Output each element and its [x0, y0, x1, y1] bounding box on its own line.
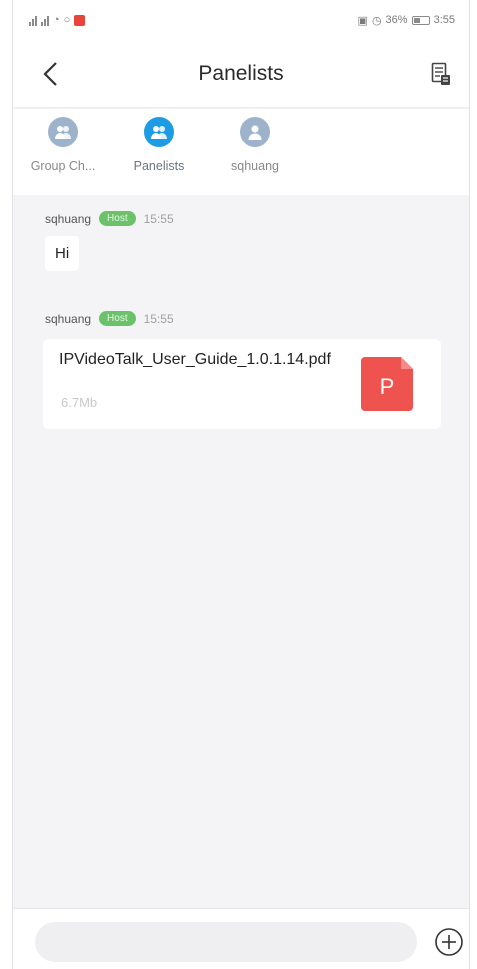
- nav-bar: Panelists: [13, 40, 469, 108]
- back-button[interactable]: [33, 56, 69, 92]
- message-time: 15:55: [143, 211, 174, 226]
- message-item: sqhuang Host 15:55 Hi: [45, 211, 174, 271]
- input-bar: [13, 908, 469, 969]
- plus-circle-icon: [435, 928, 463, 956]
- participant-list-button[interactable]: [425, 58, 457, 90]
- file-icon-letter: P: [380, 374, 395, 399]
- status-icons-left: ◔ ○: [29, 14, 86, 26]
- clock: 3:55: [433, 14, 455, 26]
- status-bar: ◔ ○ ▣ ◷ 36% 3:55: [13, 0, 469, 40]
- add-attachment-button[interactable]: [431, 924, 467, 960]
- sender-name: sqhuang: [45, 311, 92, 326]
- group-avatar-icon: [144, 117, 174, 147]
- message-input[interactable]: [35, 922, 417, 962]
- signal-icon-2: [41, 15, 49, 26]
- tab-panelists[interactable]: Panelists: [111, 109, 207, 195]
- tab-group-chat[interactable]: Group Ch...: [15, 109, 111, 195]
- file-attachment[interactable]: IPVideoTalk_User_Guide_1.0.1.14.pdf 6.7M…: [43, 339, 441, 429]
- host-badge: Host: [99, 211, 136, 226]
- battery-percent: 36%: [385, 14, 408, 26]
- app-frame: ◔ ○ ▣ ◷ 36% 3:55 Panelists Group Ch... P…: [12, 0, 470, 969]
- host-badge: Host: [99, 311, 136, 326]
- tab-label: Group Ch...: [30, 159, 96, 173]
- page-title: Panelists: [198, 62, 284, 85]
- document-list-icon: [431, 62, 450, 85]
- file-name: IPVideoTalk_User_Guide_1.0.1.14.pdf: [59, 351, 331, 368]
- message-list: sqhuang Host 15:55 Hi sqhuang Host 15:55…: [13, 196, 469, 908]
- message-item: sqhuang Host 15:55: [45, 311, 174, 326]
- tab-label: Panelists: [133, 159, 185, 173]
- wifi-icon: ◔: [53, 14, 60, 26]
- pdf-file-icon: P: [361, 357, 413, 411]
- message-text: Hi: [45, 236, 80, 271]
- status-icons-right: ▣ ◷ 36% 3:55: [358, 14, 455, 27]
- signal-icon: [29, 15, 37, 26]
- message-meta: sqhuang Host 15:55: [45, 311, 174, 326]
- sender-name: sqhuang: [45, 211, 92, 226]
- conversation-tabs: Group Ch... Panelists sqhuang: [13, 109, 469, 195]
- alarm-icon: ◷: [371, 14, 382, 27]
- battery-icon: [411, 15, 430, 25]
- nfc-icon: ▣: [357, 14, 368, 27]
- chevron-left-icon: [43, 62, 57, 86]
- tab-sqhuang[interactable]: sqhuang: [207, 109, 303, 195]
- app-badge-icon: [74, 14, 86, 26]
- message-meta: sqhuang Host 15:55: [45, 211, 174, 226]
- user-avatar-icon: [240, 117, 270, 147]
- notification-icon: ○: [63, 14, 71, 26]
- message-time: 15:55: [143, 311, 174, 326]
- group-avatar-icon: [48, 117, 78, 147]
- file-size: 6.7Mb: [61, 395, 98, 410]
- tab-label: sqhuang: [231, 159, 279, 173]
